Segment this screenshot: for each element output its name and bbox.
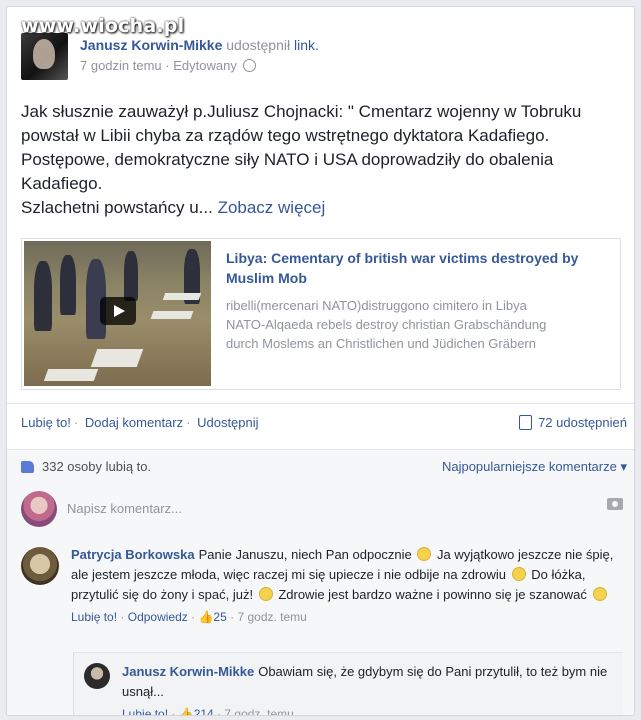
edited-label[interactable]: Edytowany [173,58,237,73]
video-thumbnail[interactable] [24,241,211,386]
avatar[interactable] [21,547,59,585]
reply-button[interactable]: Odpowiedz [128,610,188,624]
post-author[interactable]: Janusz Korwin-Mikke [80,37,222,53]
reply-time[interactable]: 7 godz. temu [224,707,293,715]
reply-author[interactable]: Janusz Korwin-Mikke [122,664,254,679]
caret-down-icon: ▾ [620,459,627,474]
divider [7,403,634,404]
comment-time[interactable]: 7 godz. temu [237,610,306,624]
globe-icon[interactable] [243,59,257,72]
avatar[interactable] [21,33,68,80]
shared-link[interactable]: link. [294,37,319,53]
camera-icon[interactable] [607,498,623,510]
like-button[interactable]: Lubię to! [21,415,71,430]
shares-count[interactable]: 72 udostępnień [519,415,627,430]
thumbs-up-icon [21,461,34,473]
reply-like-button[interactable]: Lubię to! [122,707,168,715]
shared-text: udostępnił [226,37,291,53]
play-icon[interactable] [100,297,136,325]
reply-comment: Janusz Korwin-Mikke Obawiam się, że gdyby… [73,652,623,716]
comment-input[interactable] [65,491,624,525]
link-description: ribelli(mercenari NATO)distruggono cimit… [226,298,547,351]
avatar [21,491,57,527]
smiley-icon [258,587,273,601]
smiley-icon [592,587,607,601]
post-card: www.wiocha.pl Janusz Korwin-Mikke udostę… [6,6,635,716]
comment-actions: Lubię to! · Odpowiedz · 👍25 · 7 godz. te… [71,610,307,624]
comment-button[interactable]: Dodaj komentarz [85,415,183,430]
share-icon [519,415,533,430]
comment-author[interactable]: Patrycja Borkowska [71,547,195,562]
comment-like-count[interactable]: 25 [213,610,226,624]
comment-composer [21,489,627,529]
comment-sort-dropdown[interactable]: Najpopularniejsze komentarze ▾ [442,459,627,475]
reply-actions: Lubię to! · 👍214 · 7 godz. temu [122,704,612,716]
smiley-icon [511,567,526,581]
share-button[interactable]: Udostępnij [197,415,258,430]
avatar[interactable] [84,663,110,689]
likes-row: 332 osoby lubią to. Najpopularniejsze ko… [21,459,627,474]
post-time[interactable]: 7 godzin temu [80,58,162,73]
post-text: Jak słusznie zauważył p.Juliusz Chojnack… [21,102,582,217]
link-preview[interactable]: Libya: Cementary of british war victims … [21,238,621,390]
see-more-link[interactable]: Zobacz więcej [218,198,326,217]
link-title[interactable]: Libya: Cementary of british war victims … [226,248,616,288]
reply-like-count[interactable]: 214 [194,707,214,715]
smiley-icon [417,547,432,561]
watermark: www.wiocha.pl [21,15,185,37]
like-count-icon: 👍 [178,707,194,716]
post-actions: Lubię to! · Dodaj komentarz · Udostępnij 7… [21,415,627,430]
likes-count[interactable]: 332 osoby lubią to. [42,459,151,474]
like-count-icon: 👍 [198,610,214,624]
post-header: Janusz Korwin-Mikke udostępnił link. 7 g… [21,33,319,80]
comment-like-button[interactable]: Lubię to! [71,610,117,624]
